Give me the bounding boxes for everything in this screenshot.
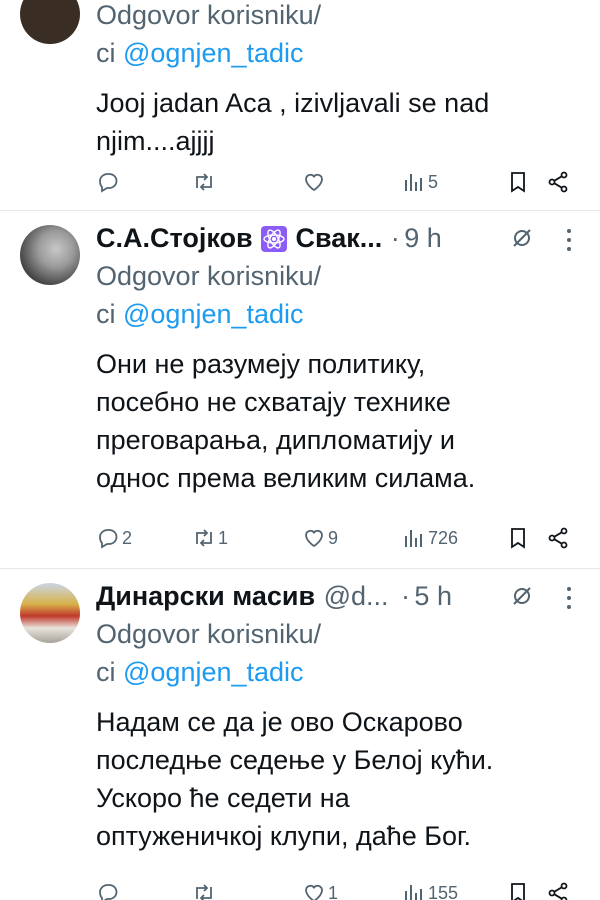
views-icon — [405, 174, 422, 191]
bookmark-button[interactable] — [506, 878, 530, 900]
mention-link[interactable]: @ognjen_tadic — [123, 299, 304, 329]
tweet-text: Они не разумеју политику, посебно не схв… — [96, 349, 476, 493]
views-button[interactable]: 155 — [402, 878, 458, 900]
share-icon — [548, 171, 568, 193]
avatar[interactable] — [20, 225, 80, 285]
action-bar: 2 1 9 726 — [96, 523, 590, 553]
reply-icon — [99, 884, 118, 900]
more-icon[interactable] — [566, 585, 572, 611]
reply-to: ci @ognjen_tadic — [96, 38, 304, 68]
like-icon — [305, 884, 323, 900]
action-bar: 5 — [96, 167, 590, 197]
bookmark-button[interactable] — [506, 167, 530, 197]
reply-to: ci @ognjen_tadic — [96, 657, 304, 687]
views-icon — [405, 530, 422, 547]
timestamp[interactable]: 5 h — [414, 581, 452, 612]
tweet-text: Jooj jadan Aca , izivljavali se nad njim… — [96, 88, 490, 156]
avatar[interactable] — [20, 583, 80, 643]
atom-badge-icon — [261, 225, 288, 252]
share-button[interactable] — [546, 878, 570, 900]
views-icon — [405, 885, 422, 900]
retweet-button[interactable]: 1 — [192, 523, 228, 553]
retweet-icon — [196, 884, 212, 900]
bookmark-icon — [511, 883, 525, 900]
share-button[interactable] — [546, 167, 570, 197]
tweet-1[interactable]: Odgovor korisniku/ ci @ognjen_tadic Jooj… — [0, 0, 600, 211]
like-button[interactable]: 9 — [302, 523, 338, 553]
display-name[interactable]: Динарски масив — [96, 581, 315, 612]
reply-button[interactable]: 2 — [96, 523, 132, 553]
retweet-icon — [196, 529, 212, 547]
tweet-text: Надам се да је ово Оскарово последње сед… — [96, 707, 494, 851]
retweet-icon — [196, 173, 212, 191]
display-name[interactable]: С.А.Стојков — [96, 223, 253, 254]
retweet-button[interactable] — [192, 878, 218, 900]
share-icon — [548, 527, 568, 549]
bookmark-button[interactable] — [506, 523, 530, 553]
grok-icon[interactable] — [510, 583, 534, 609]
separator-dot: · — [390, 223, 400, 253]
grok-icon[interactable] — [510, 225, 534, 251]
views-button[interactable]: 5 — [402, 167, 438, 197]
separator-dot: · — [400, 581, 410, 611]
share-icon — [548, 882, 568, 900]
retweet-button[interactable] — [192, 167, 218, 197]
display-name-rest[interactable]: Свак... — [296, 223, 383, 254]
action-bar: 1 155 — [96, 878, 590, 900]
share-button[interactable] — [546, 523, 570, 553]
like-button[interactable] — [302, 167, 328, 197]
reply-to: ci @ognjen_tadic — [96, 299, 304, 329]
reply-icon — [99, 529, 118, 549]
username[interactable]: @d... — [324, 581, 389, 612]
timestamp[interactable]: 9 h — [404, 223, 442, 254]
bookmark-icon — [511, 172, 525, 193]
tweet-header: Динарски масив @d... · 5 h — [96, 581, 586, 615]
avatar[interactable] — [20, 0, 80, 44]
reply-button[interactable] — [96, 167, 122, 197]
reply-icon — [99, 173, 118, 193]
reply-label: Odgovor korisniku/ — [96, 261, 322, 291]
reply-button[interactable] — [96, 878, 122, 900]
like-button[interactable]: 1 — [302, 878, 338, 900]
tweet-header: С.А.Стојков Свак... · 9 h — [96, 223, 586, 257]
tweet-2[interactable]: С.А.Стојков Свак... · 9 h Odgovor korisn… — [0, 211, 600, 569]
tweet-3[interactable]: Динарски масив @d... · 5 h Odgovor koris… — [0, 569, 600, 900]
views-button[interactable]: 726 — [402, 523, 458, 553]
mention-link[interactable]: @ognjen_tadic — [123, 38, 304, 68]
reply-label: Odgovor korisniku/ — [96, 0, 322, 30]
like-icon — [305, 173, 323, 192]
like-icon — [305, 529, 323, 548]
more-icon[interactable] — [566, 227, 572, 253]
bookmark-icon — [511, 528, 525, 549]
reply-label: Odgovor korisniku/ — [96, 619, 322, 649]
mention-link[interactable]: @ognjen_tadic — [123, 657, 304, 687]
